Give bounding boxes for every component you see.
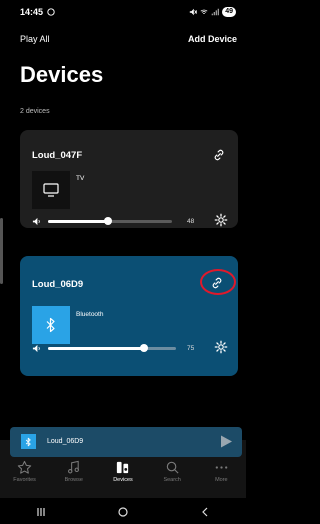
status-time: 14:45	[20, 7, 44, 17]
search-icon	[166, 461, 179, 474]
volume-row: 75	[32, 340, 228, 355]
source-label: TV	[76, 175, 85, 182]
nav-label: Devices	[113, 477, 133, 483]
volume-slider[interactable]	[48, 343, 176, 352]
signal-icon	[212, 8, 219, 16]
nav-item-devices[interactable]: Devices	[99, 460, 147, 483]
volume-slider[interactable]	[48, 216, 172, 225]
page-title: Devices	[20, 62, 104, 87]
mini-player-thumbnail	[21, 434, 36, 449]
volume-knob[interactable]	[103, 216, 112, 225]
bluetooth-icon	[46, 317, 55, 333]
nav-item-favorites[interactable]: Favorites	[1, 460, 49, 483]
status-right: 49	[189, 7, 236, 17]
volume-row: 48	[32, 213, 228, 228]
speaker-icon	[32, 344, 40, 352]
device-card-loud-06d9[interactable]: Loud_06D9 Bluetooth 75	[20, 256, 238, 376]
more-icon	[215, 466, 228, 469]
nav-label: Search	[163, 477, 181, 483]
recent-apps-icon[interactable]	[35, 506, 47, 518]
system-nav-bar	[0, 500, 246, 524]
status-left: 14:45	[20, 7, 55, 17]
volume-fill	[48, 219, 108, 223]
play-icon[interactable]	[220, 435, 232, 448]
wifi-icon	[200, 9, 208, 14]
volume-value: 48	[187, 217, 195, 225]
music-note-icon	[68, 460, 80, 474]
volume-value: 75	[187, 344, 195, 352]
whatsapp-icon	[47, 8, 55, 16]
top-actions: Play All Add Device	[0, 34, 246, 44]
gear-icon[interactable]	[214, 213, 228, 227]
device-name: Loud_06D9	[32, 279, 84, 290]
home-icon[interactable]	[117, 506, 129, 518]
nav-item-search[interactable]: Search	[148, 460, 196, 483]
devices-icon	[117, 461, 129, 474]
add-device-button[interactable]: Add Device	[188, 34, 237, 44]
source-thumbnail	[32, 306, 70, 344]
tv-icon	[43, 183, 59, 197]
mini-player-device-name: Loud_06D9	[47, 438, 84, 445]
speaker-icon	[32, 217, 40, 225]
back-icon[interactable]	[199, 506, 211, 518]
source-label: Bluetooth	[76, 311, 104, 318]
device-card-loud-047f[interactable]: Loud_047F TV 48	[20, 130, 238, 228]
volume-fill	[48, 346, 144, 350]
nav-item-browse[interactable]: Browse	[50, 460, 98, 483]
gear-icon[interactable]	[214, 340, 228, 354]
source-thumbnail	[32, 171, 70, 209]
nav-item-more[interactable]: More	[197, 460, 245, 483]
play-all-button[interactable]: Play All	[20, 34, 50, 44]
device-name: Loud_047F	[32, 150, 83, 161]
battery-indicator: 49	[222, 7, 236, 17]
device-count: 2 devices	[20, 108, 50, 115]
bluetooth-icon	[25, 437, 31, 446]
volume-knob[interactable]	[140, 343, 148, 352]
nav-label: Favorites	[13, 477, 36, 483]
mini-player[interactable]: Loud_06D9	[10, 427, 242, 457]
link-icon[interactable]	[212, 148, 226, 162]
edge-panel-handle[interactable]	[0, 218, 3, 284]
mute-icon	[190, 8, 198, 16]
nav-label: Browse	[64, 477, 83, 483]
nav-label: More	[215, 477, 228, 483]
link-icon[interactable]	[210, 276, 224, 290]
star-icon	[17, 460, 32, 474]
status-bar: 14:45 49	[0, 0, 246, 24]
